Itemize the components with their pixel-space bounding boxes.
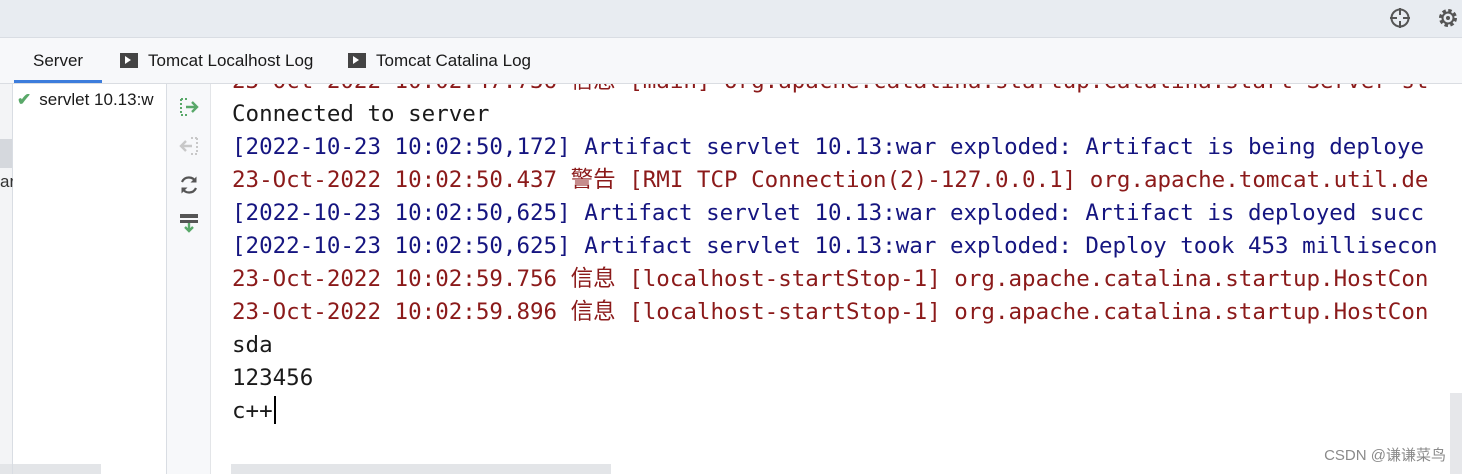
gear-icon[interactable] [1436,6,1460,30]
tab-label: Tomcat Localhost Log [148,51,314,70]
console-line: 123456 [232,365,314,391]
tab-tomcat-catalina-log[interactable]: Tomcat Catalina Log [348,38,531,83]
console-horizontal-scrollbar[interactable] [231,464,611,474]
tab-server-label: Server [33,51,84,70]
left-panel-selection [0,139,12,168]
console-tool-strip [167,84,211,474]
tab-label: Tomcat Catalina Log [376,51,531,70]
watermark: CSDN @谦谦菜鸟 [1324,447,1446,464]
console-line: 23-Oct-2022 10:02:59.896 信息 [localhost-s… [232,299,1429,325]
text-cursor [273,395,276,424]
console-line: [2022-10-23 10:02:50,172] Artifact servl… [232,134,1425,160]
console-line: sda [232,332,273,358]
console-line: [2022-10-23 10:02:50,625] Artifact servl… [232,200,1425,226]
terminal-icon [348,52,366,68]
console-line: 23-Oct-2022 10:02:59.756 信息 [localhost-s… [232,266,1429,292]
server-tree-scrollbar[interactable] [13,464,101,474]
console-vertical-scrollbar[interactable] [1450,393,1462,474]
check-icon: ✔ [17,90,32,109]
console-input-line[interactable]: c++ [232,395,1438,428]
deploy-icon[interactable] [177,95,201,119]
save-log-icon[interactable] [177,211,201,235]
undeploy-icon[interactable] [177,134,201,158]
server-tree-item[interactable]: ✔ servlet 10.13:w [17,90,154,110]
tool-window-tabs: Server Tomcat Localhost Log Tomcat Catal… [0,38,1462,84]
console-line: Connected to server [232,101,490,127]
console-line: [2022-10-23 10:02:50,625] Artifact servl… [232,233,1438,259]
tab-tomcat-localhost-log[interactable]: Tomcat Localhost Log [120,38,313,83]
left-panel-scrollbar[interactable] [0,464,12,474]
top-toolbar [0,0,1462,38]
crosshair-icon[interactable] [1388,6,1412,30]
tab-server[interactable]: Server [14,38,103,83]
console-input-text: c++ [232,398,273,424]
server-item-label: servlet 10.13:w [39,90,154,109]
terminal-icon [120,52,138,68]
console-line: 23-Oct-2022 10:02:50.437 警告 [RMI TCP Con… [232,167,1429,193]
refresh-icon[interactable] [177,173,201,197]
console-line: 23-Oct-2022 10:02:47.736 信息 [main] org.a… [232,84,1438,98]
server-tree-panel: ✔ servlet 10.13:w [13,84,167,474]
console-output[interactable]: 23-Oct-2022 10:02:47.736 信息 [main] org.a… [211,84,1462,474]
